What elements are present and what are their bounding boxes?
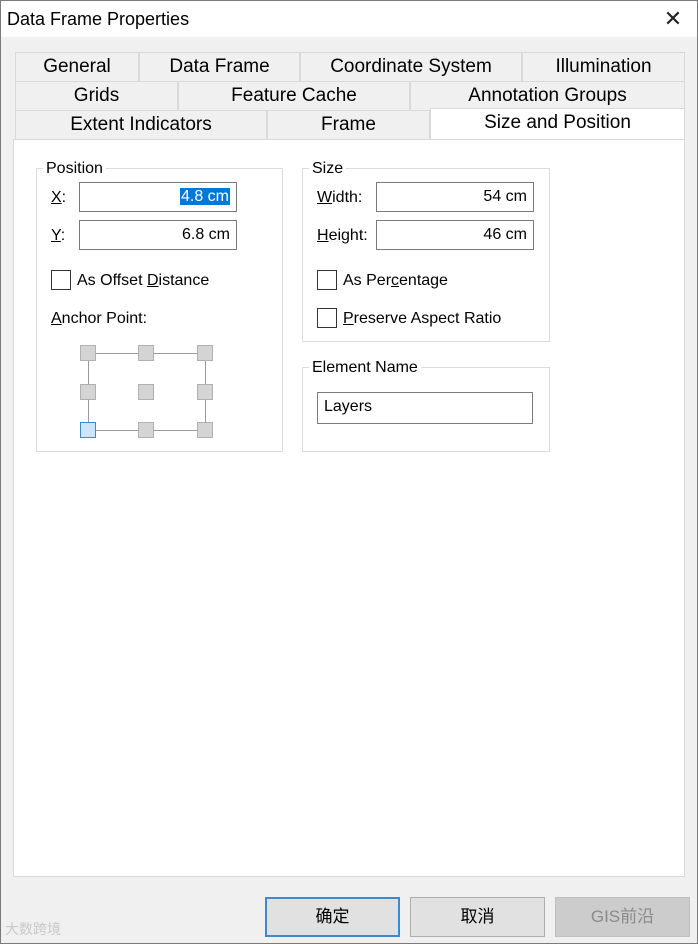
tab-annotation-groups[interactable]: Annotation Groups xyxy=(410,81,685,110)
tab-feature-cache[interactable]: Feature Cache xyxy=(178,81,410,110)
tab-grids[interactable]: Grids xyxy=(15,81,178,110)
preserve-aspect-ratio-checkbox[interactable] xyxy=(317,308,337,328)
anchor-middle-right[interactable] xyxy=(197,384,213,400)
x-label: X: xyxy=(51,189,67,206)
size-legend: Size xyxy=(309,160,347,178)
tab-size-and-position[interactable]: Size and Position xyxy=(430,108,685,139)
height-label: Height: xyxy=(317,227,368,244)
ok-button[interactable]: 确定 xyxy=(265,897,400,937)
tab-illumination[interactable]: Illumination xyxy=(522,52,685,81)
tab-general[interactable]: General xyxy=(15,52,139,81)
position-group: Position X: 4.8 cm Y: 6.8 cm As Offset D… xyxy=(36,160,283,452)
anchor-top-center[interactable] xyxy=(138,345,154,361)
y-input[interactable]: 6.8 cm xyxy=(79,220,237,250)
cancel-button[interactable]: 取消 xyxy=(410,897,545,937)
title-bar: Data Frame Properties ✕ xyxy=(1,1,697,37)
width-label: Width: xyxy=(317,189,363,206)
apply-button[interactable]: GIS前沿 xyxy=(555,897,690,937)
anchor-top-left[interactable] xyxy=(80,345,96,361)
y-label: Y: xyxy=(51,227,66,244)
close-icon[interactable]: ✕ xyxy=(661,7,685,31)
tab-coordinate-system[interactable]: Coordinate System xyxy=(300,52,522,81)
anchor-bottom-center[interactable] xyxy=(138,422,154,438)
element-name-group: Element Name Layers xyxy=(302,359,550,452)
preserve-aspect-ratio-label: Preserve Aspect Ratio xyxy=(343,310,502,327)
x-value: 4.8 cm xyxy=(179,188,230,205)
anchor-bottom-right[interactable] xyxy=(197,422,213,438)
element-name-legend: Element Name xyxy=(309,359,421,377)
as-percentage-label: As Percentage xyxy=(343,272,448,289)
tab-data-frame[interactable]: Data Frame xyxy=(139,52,300,81)
dialog-window: Data Frame Properties ✕ General Data Fra… xyxy=(0,0,698,944)
anchor-point-label: Anchor Point: xyxy=(51,310,148,327)
offset-distance-label: As Offset Distance xyxy=(77,272,210,289)
anchor-point-grid xyxy=(80,345,215,439)
size-group: Size Width: 54 cm Height: 46 cm As Perce… xyxy=(302,160,550,342)
window-title: Data Frame Properties xyxy=(7,9,190,29)
position-legend: Position xyxy=(43,160,106,178)
apply-label: GIS前沿 xyxy=(590,907,655,926)
element-name-input[interactable]: Layers xyxy=(317,392,533,424)
height-input[interactable]: 46 cm xyxy=(376,220,534,250)
anchor-center[interactable] xyxy=(138,384,154,400)
anchor-top-right[interactable] xyxy=(197,345,213,361)
tab-panel: Position X: 4.8 cm Y: 6.8 cm As Offset D… xyxy=(13,139,685,877)
width-input[interactable]: 54 cm xyxy=(376,182,534,212)
anchor-middle-left[interactable] xyxy=(80,384,96,400)
offset-distance-checkbox[interactable] xyxy=(51,270,71,290)
tab-extent-indicators[interactable]: Extent Indicators xyxy=(15,110,267,139)
x-input[interactable]: 4.8 cm xyxy=(79,182,237,212)
as-percentage-checkbox[interactable] xyxy=(317,270,337,290)
watermark-left: 大数跨境 xyxy=(5,921,61,937)
tab-frame[interactable]: Frame xyxy=(267,110,430,139)
anchor-bottom-left[interactable] xyxy=(80,422,96,438)
